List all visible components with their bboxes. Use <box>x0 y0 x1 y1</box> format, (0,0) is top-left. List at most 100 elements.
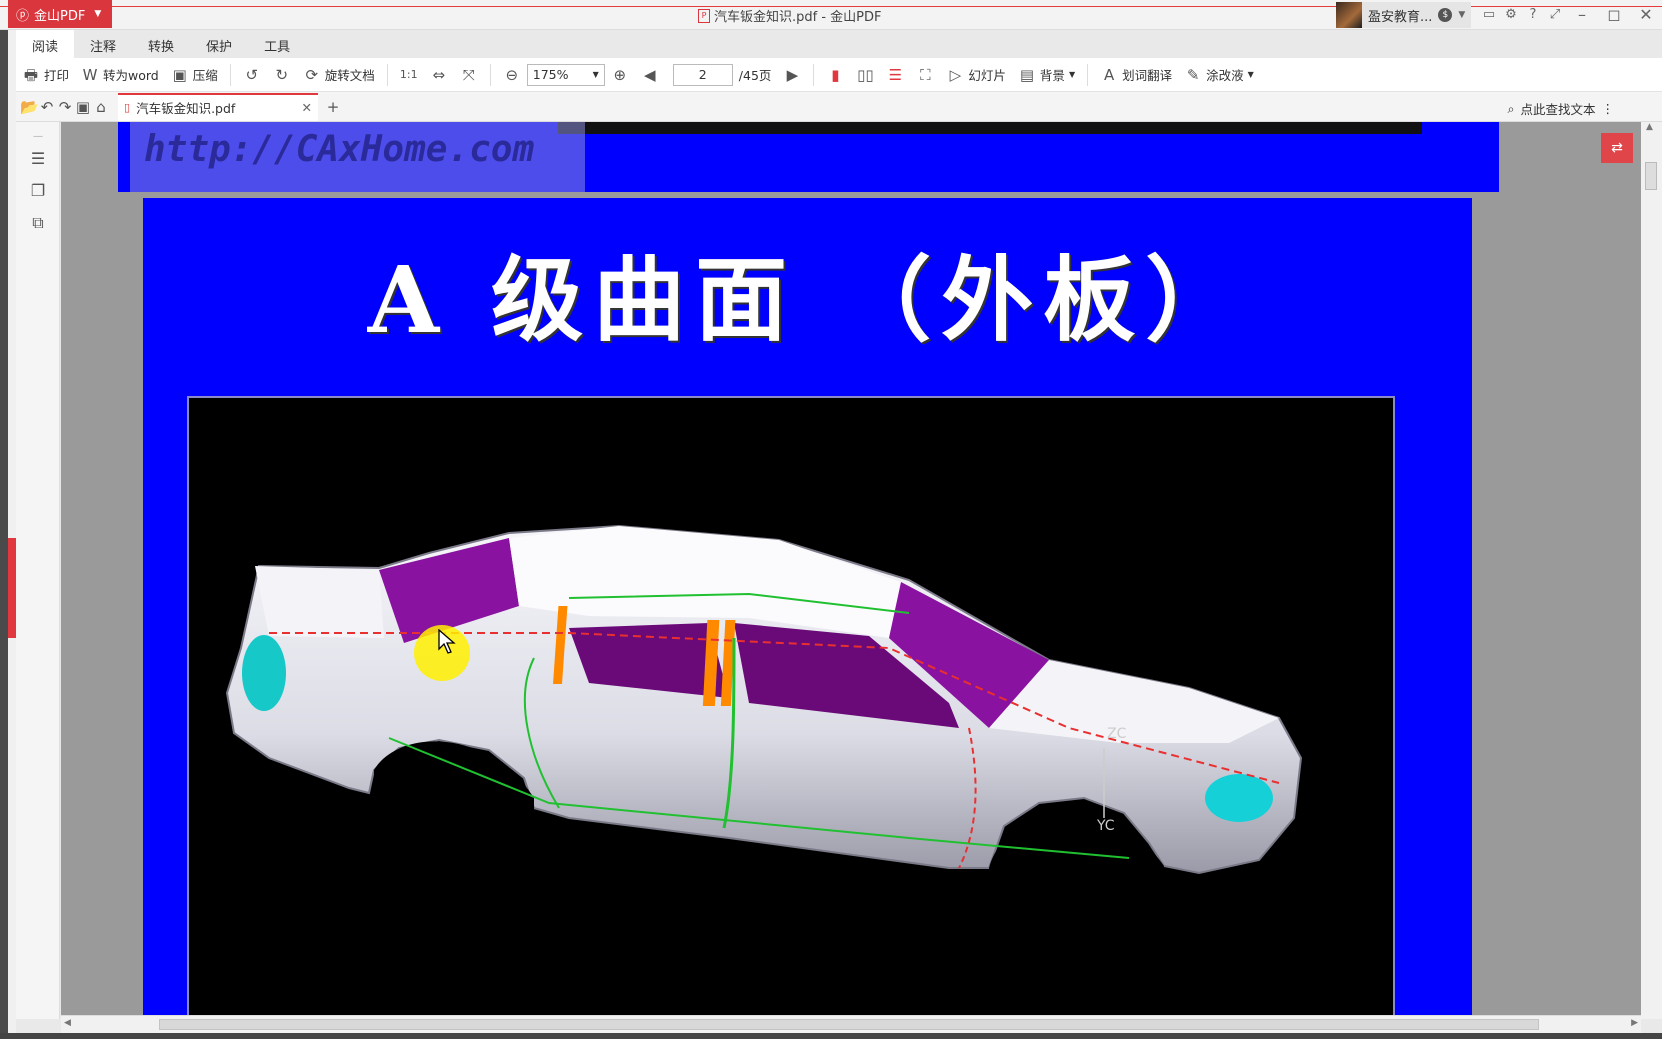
car-render-image: ZC YC <box>187 396 1395 1019</box>
close-tab-icon[interactable]: ✕ <box>302 100 312 115</box>
translate-button[interactable]: A 划词翻译 <box>1094 61 1178 89</box>
scroll-right-icon[interactable]: ▶ <box>1631 1018 1638 1028</box>
undo-icon[interactable]: ↶ <box>38 98 56 116</box>
zoom-out-button[interactable]: ⊖ <box>497 61 527 89</box>
pdf-file-icon: P <box>698 8 710 23</box>
home-icon[interactable]: ⌂ <box>92 98 110 116</box>
axis-yc-label: YC <box>1096 818 1115 834</box>
zoom-in-button[interactable]: ⊕ <box>605 61 635 89</box>
continuous-button[interactable]: ☰ <box>880 61 910 89</box>
fit-width-button[interactable]: ⇔ <box>424 61 454 89</box>
app-name: 金山PDF <box>34 8 86 24</box>
redo-icon[interactable]: ↷ <box>56 98 74 116</box>
slideshow-button[interactable]: ▷ 幻灯片 <box>940 61 1012 89</box>
fit-page-button[interactable]: ⤧ <box>454 61 484 89</box>
rotate-doc-icon: ⟳ <box>305 65 319 84</box>
axis-zc-label: ZC <box>1107 726 1127 742</box>
prev-page-button[interactable]: ◀ <box>635 61 665 89</box>
slideshow-icon: ▷ <box>949 65 962 84</box>
rotate-right-button[interactable]: ↻ <box>267 61 297 89</box>
avatar <box>1336 2 1362 28</box>
page-number-input[interactable]: 2 <box>672 63 733 86</box>
rotate-right-icon: ↻ <box>275 65 289 84</box>
fullscreen-button[interactable]: ⛶ <box>910 61 940 89</box>
chevron-down-icon: ▼ <box>1068 70 1076 79</box>
expand-icon: ⛶ <box>920 65 931 84</box>
chevron-down-icon: ▼ <box>1247 70 1254 79</box>
rotate-doc-button[interactable]: ⟳ 旋转文档 <box>297 61 381 89</box>
page-total: /45页 <box>738 68 772 83</box>
tab-read[interactable]: 阅读 <box>16 30 75 58</box>
left-sidebar: — ☰ ❐ ⧉ <box>16 122 60 1019</box>
message-icon[interactable]: ▭ <box>1478 7 1500 22</box>
actual-size-icon: 1:1 <box>399 67 418 81</box>
more-icon[interactable]: ⋮ <box>1602 101 1615 116</box>
pdf-page-2: A 级曲面 （外板） ZC YC <box>143 198 1472 1019</box>
user-account[interactable]: 盈安教育... $ ▼ <box>1336 2 1472 28</box>
tab-annotate[interactable]: 注释 <box>74 30 132 58</box>
bookmark-icon[interactable]: ⧉ <box>29 214 47 232</box>
thumbnails-icon[interactable]: ❐ <box>29 182 47 200</box>
tab-tools[interactable]: 工具 <box>248 30 306 58</box>
outline-icon[interactable]: ☰ <box>29 150 47 168</box>
single-page-button[interactable]: ▮ <box>820 61 850 89</box>
title-bar: ⓟ 金山PDF ▼ P 汽车钣金知识.pdf - 金山PDF 盈安教育... $… <box>0 0 1662 30</box>
gear-icon[interactable]: ⚙ <box>1500 7 1522 22</box>
tab-protect[interactable]: 保护 <box>190 30 248 58</box>
user-name: 盈安教育... <box>1368 9 1433 25</box>
document-viewer[interactable]: http://CAxHome.com A 级曲面 （外板） ZC YC <box>61 122 1641 1019</box>
vertical-scroll-thumb[interactable] <box>1645 162 1657 190</box>
maximize-button[interactable]: ◻ <box>1598 5 1630 24</box>
single-page-icon: ▮ <box>831 65 840 84</box>
compress-icon: ▣ <box>172 65 187 84</box>
fullscreen-icon[interactable]: ⤢ <box>1544 7 1566 22</box>
word-icon: W <box>82 65 98 84</box>
compress-button[interactable]: ▣ 压缩 <box>165 61 224 89</box>
two-page-icon: ▯▯ <box>857 65 874 84</box>
new-tab-icon[interactable]: + <box>324 98 342 116</box>
document-tab-bar: 📂 ↶ ↷ ▣ ⌂ ▯ 汽车钣金知识.pdf ✕ + ⌕ 点此查找文本 ⋮ <box>16 92 1662 122</box>
mouse-cursor-icon <box>438 629 456 654</box>
pdf-logo-icon: ⓟ <box>16 8 30 24</box>
zoom-out-icon: ⊖ <box>505 65 519 84</box>
ribbon-tabs: 阅读 注释 转换 保护 工具 <box>16 30 306 58</box>
next-page-button[interactable]: ▶ <box>777 61 807 89</box>
app-menu-button[interactable]: ⓟ 金山PDF ▼ <box>8 0 112 28</box>
pdf-page-1: http://CAxHome.com <box>118 122 1499 192</box>
help-icon[interactable]: ? <box>1522 7 1544 22</box>
close-window-button[interactable]: ✕ <box>1630 5 1662 24</box>
background-button[interactable]: ▤ 背景 ▼ <box>1012 61 1081 89</box>
slide-title: A 级曲面 （外板） <box>367 246 1248 354</box>
minimize-button[interactable]: – <box>1566 5 1598 24</box>
window-title: P 汽车钣金知识.pdf - 金山PDF <box>698 6 882 25</box>
folder-open-icon[interactable]: 📂 <box>20 98 39 116</box>
scroll-left-icon[interactable]: ◀ <box>64 1018 71 1028</box>
horizontal-scrollbar[interactable]: ◀ ▶ <box>61 1015 1641 1033</box>
print-button[interactable]: 🖶 打印 <box>16 61 75 89</box>
collapse-handle-icon[interactable]: — <box>29 128 47 146</box>
chevron-down-icon[interactable]: ▼ <box>1458 10 1465 20</box>
save-icon[interactable]: ▣ <box>74 98 92 116</box>
two-page-button[interactable]: ▯▯ <box>850 61 880 89</box>
rotate-left-icon: ↺ <box>245 65 259 84</box>
sidebar-toggle[interactable] <box>8 538 16 638</box>
scroll-up-icon[interactable]: ▲ <box>1646 122 1653 132</box>
rotate-left-button[interactable]: ↺ <box>237 61 267 89</box>
continuous-icon: ☰ <box>888 65 903 84</box>
find-text-button[interactable]: ⌕ 点此查找文本 ⋮ <box>1507 99 1614 118</box>
fit-width-icon: ⇔ <box>432 65 446 84</box>
document-tab[interactable]: ▯ 汽车钣金知识.pdf ✕ <box>118 92 318 121</box>
actual-size-button[interactable]: 1:1 <box>394 61 424 89</box>
pdf-file-icon: ▯ <box>124 101 131 114</box>
tab-convert[interactable]: 转换 <box>132 30 190 58</box>
vertical-scrollbar[interactable]: ▲ <box>1641 122 1662 1019</box>
fit-page-icon: ⤧ <box>462 65 475 84</box>
to-word-button[interactable]: W 转为word <box>75 61 165 89</box>
zoom-select[interactable]: 175% ▼ <box>526 63 605 86</box>
chevron-down-icon: ▼ <box>94 9 102 19</box>
correction-button[interactable]: ✎ 涂改液 ▼ <box>1178 61 1260 89</box>
pdf-convert-floating-icon[interactable]: ⇄ <box>1601 133 1633 163</box>
car-model-illustration: ZC YC <box>225 524 1303 918</box>
horizontal-scroll-thumb[interactable] <box>159 1019 1539 1030</box>
arrow-left-icon: ◀ <box>644 65 656 84</box>
